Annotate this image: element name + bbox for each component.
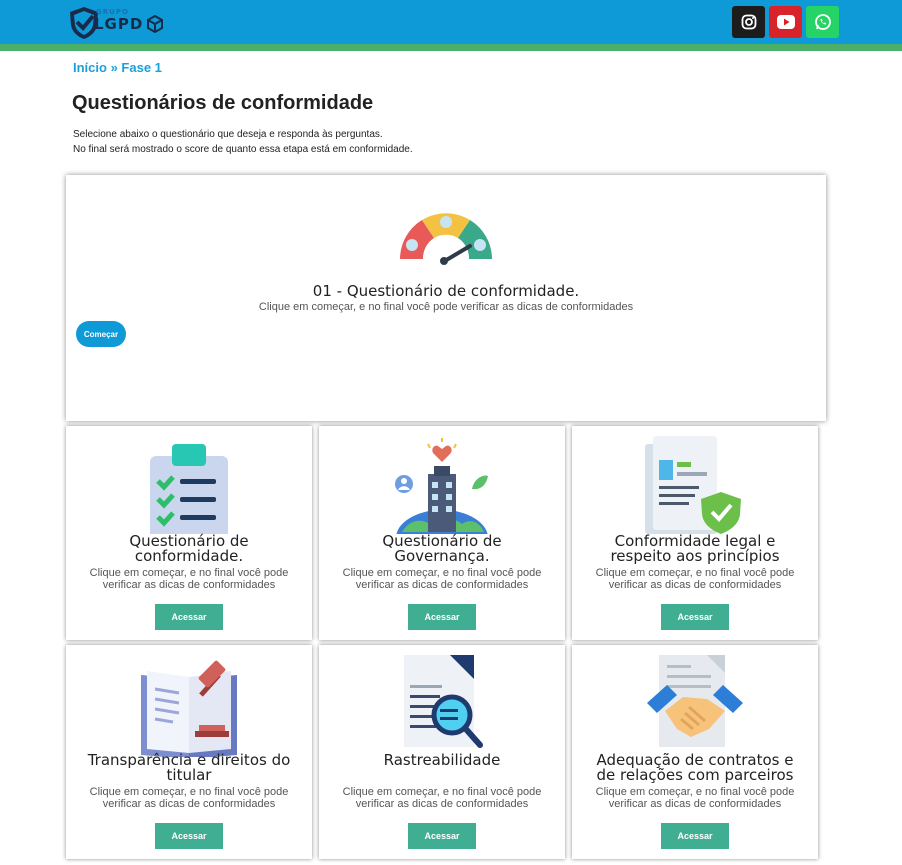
card-subtitle-line1: Clique em começar, e no final você pode bbox=[595, 786, 795, 798]
whatsapp-icon bbox=[814, 14, 831, 30]
intro-line-1: Selecione abaixo o questionário que dese… bbox=[73, 129, 383, 140]
card-title-line2: titular bbox=[166, 766, 212, 784]
card-subtitle-line2: verificar as dicas de conformidades bbox=[355, 798, 529, 810]
card-subtitle-line2: verificar as dicas de conformidades bbox=[608, 579, 782, 591]
card-title-line2: de relações com parceiros bbox=[596, 766, 794, 784]
card-subtitle-line1: Clique em começar, e no final você pode bbox=[89, 786, 289, 798]
card-subtitle-line1: Clique em começar, e no final você pode bbox=[342, 786, 542, 798]
checklist-icon bbox=[150, 444, 228, 534]
card-title-line2: Governança. bbox=[394, 547, 490, 565]
card-title-line1: Rastreabilidade bbox=[383, 751, 501, 769]
card-subtitle-line2: verificar as dicas de conformidades bbox=[102, 798, 276, 810]
access-button[interactable]: Acessar bbox=[155, 823, 223, 849]
page-title: Questionários de conformidade bbox=[72, 92, 374, 114]
youtube-button[interactable] bbox=[769, 6, 802, 38]
card-subtitle-line2: verificar as dicas de conformidades bbox=[355, 579, 529, 591]
start-button[interactable]: Começar bbox=[76, 321, 126, 347]
card-transparencia-direitos: Transparência e direitos do titular Cliq… bbox=[66, 645, 312, 859]
breadcrumb-current[interactable]: Fase 1 bbox=[121, 60, 161, 75]
gauge-icon bbox=[400, 213, 492, 265]
hero-subtitle: Clique em começar, e no final você pode … bbox=[258, 301, 634, 313]
hero-title: 01 - Questionário de conformidade. bbox=[312, 282, 580, 300]
card-rastreabilidade: Rastreabilidade Clique em começar, e no … bbox=[319, 645, 565, 859]
card-questionario-conformidade: Questionário de conformidade. Clique em … bbox=[66, 426, 312, 640]
card-title-line2: conformidade. bbox=[134, 547, 244, 565]
whatsapp-button[interactable] bbox=[806, 6, 839, 38]
hero-questionnaire-card: 01 - Questionário de conformidade. Cliqu… bbox=[66, 175, 826, 421]
card-title-line2: respeito aos princípios bbox=[610, 547, 780, 565]
card-questionario-governanca: Questionário de Governança. Clique em co… bbox=[319, 426, 565, 640]
page-intro: Selecione abaixo o questionário que dese… bbox=[73, 127, 413, 157]
card-conformidade-legal: Conformidade legal e respeito aos princí… bbox=[572, 426, 818, 640]
card-subtitle-line1: Clique em começar, e no final você pode bbox=[89, 567, 289, 579]
card-subtitle-line2: verificar as dicas de conformidades bbox=[102, 579, 276, 591]
document-shield-icon bbox=[645, 436, 741, 534]
access-button[interactable]: Acessar bbox=[408, 604, 476, 630]
card-subtitle-line1: Clique em começar, e no final você pode bbox=[595, 567, 795, 579]
access-button[interactable]: Acessar bbox=[408, 823, 476, 849]
top-bar-stripe bbox=[0, 44, 902, 51]
instagram-icon bbox=[741, 14, 756, 30]
access-button[interactable]: Acessar bbox=[155, 604, 223, 630]
card-subtitle-line1: Clique em começar, e no final você pode bbox=[342, 567, 542, 579]
access-button[interactable]: Acessar bbox=[661, 604, 729, 630]
breadcrumb: Início » Fase 1 bbox=[73, 60, 162, 75]
breadcrumb-home-link[interactable]: Início bbox=[73, 60, 107, 75]
instagram-button[interactable] bbox=[732, 6, 765, 38]
document-search-icon bbox=[404, 655, 483, 748]
cube-logo-icon bbox=[147, 15, 163, 33]
governance-building-icon bbox=[395, 438, 488, 534]
card-subtitle-line2: verificar as dicas de conformidades bbox=[608, 798, 782, 810]
site-logo[interactable]: GRUPO LGPD bbox=[66, 3, 166, 41]
access-button[interactable]: Acessar bbox=[661, 823, 729, 849]
breadcrumb-separator: » bbox=[106, 60, 122, 75]
card-adequacao-contratos: Adequação de contratos e de relações com… bbox=[572, 645, 818, 859]
contract-handshake-icon bbox=[647, 655, 743, 747]
logo-text: LGPD bbox=[94, 15, 144, 33]
intro-line-2: No final será mostrado o score de quanto… bbox=[73, 144, 413, 155]
law-book-gavel-icon bbox=[141, 660, 237, 757]
youtube-icon bbox=[776, 15, 795, 29]
